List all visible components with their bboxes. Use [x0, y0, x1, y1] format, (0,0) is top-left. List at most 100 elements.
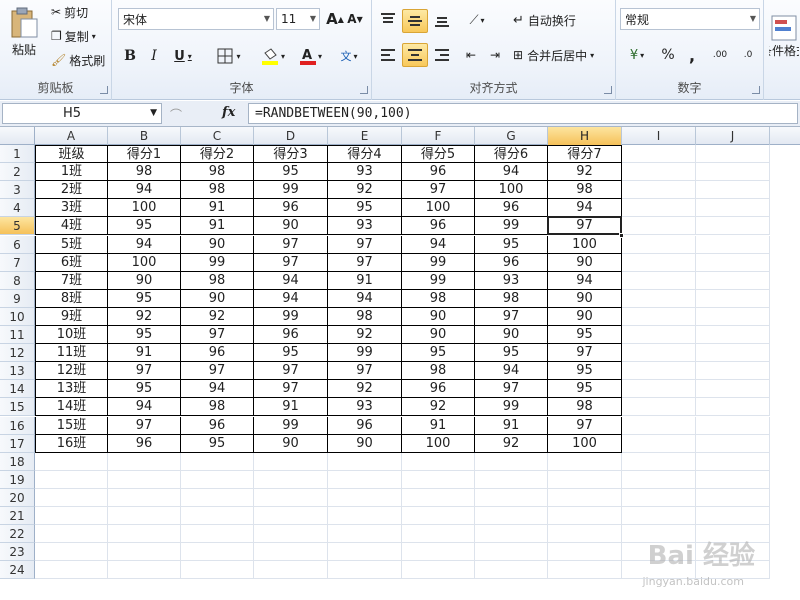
- paste-button[interactable]: 粘贴: [4, 4, 44, 60]
- cell-b23[interactable]: [108, 543, 181, 562]
- cell-c15[interactable]: 98: [181, 398, 254, 417]
- cell-a20[interactable]: [35, 488, 108, 507]
- orientation-button[interactable]: ⟋ ▾: [462, 9, 492, 31]
- column-header-d[interactable]: D: [254, 127, 328, 145]
- cell-d16[interactable]: 99: [254, 416, 328, 435]
- dialog-launcher-icon[interactable]: [360, 86, 368, 94]
- cell-g2[interactable]: 94: [475, 163, 548, 182]
- cell-d17[interactable]: 90: [254, 434, 328, 453]
- cell-d24[interactable]: [254, 561, 328, 580]
- cell-d11[interactable]: 96: [254, 326, 328, 345]
- row-header-10[interactable]: 10: [0, 307, 35, 326]
- cell-d22[interactable]: [254, 525, 328, 544]
- copy-button[interactable]: ❐ 复制 ▾: [50, 27, 108, 45]
- cell-h5[interactable]: 97: [548, 217, 622, 236]
- cell-g7[interactable]: 96: [475, 253, 548, 272]
- cell-j19[interactable]: [696, 470, 770, 489]
- cell-a5[interactable]: 4班: [35, 217, 108, 236]
- borders-button[interactable]: ▾: [212, 45, 246, 67]
- cell-j5[interactable]: [696, 217, 770, 236]
- cell-d19[interactable]: [254, 470, 328, 489]
- cell-c9[interactable]: 90: [181, 289, 254, 308]
- cell-d14[interactable]: 97: [254, 380, 328, 399]
- cell-j20[interactable]: [696, 488, 770, 507]
- cell-f4[interactable]: 100: [402, 199, 475, 218]
- cell-e8[interactable]: 91: [328, 271, 402, 290]
- format-painter-button[interactable]: 🖌 格式刷: [50, 51, 110, 69]
- cell-f18[interactable]: [402, 452, 475, 471]
- row-header-15[interactable]: 15: [0, 398, 35, 417]
- align-center-button[interactable]: [402, 43, 428, 67]
- cell-a10[interactable]: 9班: [35, 307, 108, 326]
- select-all-button[interactable]: [0, 127, 35, 145]
- cell-c6[interactable]: 90: [181, 235, 254, 254]
- cell-h6[interactable]: 100: [548, 235, 622, 254]
- cell-c8[interactable]: 98: [181, 271, 254, 290]
- cell-g12[interactable]: 95: [475, 344, 548, 363]
- cell-d12[interactable]: 95: [254, 344, 328, 363]
- cell-c14[interactable]: 94: [181, 380, 254, 399]
- cell-d10[interactable]: 99: [254, 307, 328, 326]
- cell-h16[interactable]: 97: [548, 416, 622, 435]
- row-header-21[interactable]: 21: [0, 507, 35, 526]
- cell-b9[interactable]: 95: [108, 289, 181, 308]
- cell-a9[interactable]: 8班: [35, 289, 108, 308]
- cell-i7[interactable]: [622, 253, 696, 272]
- cell-e16[interactable]: 96: [328, 416, 402, 435]
- cell-c1[interactable]: 得分2: [181, 145, 254, 164]
- column-header-g[interactable]: G: [475, 127, 548, 145]
- cell-a22[interactable]: [35, 525, 108, 544]
- column-header-e[interactable]: E: [328, 127, 402, 145]
- cell-d1[interactable]: 得分3: [254, 145, 328, 164]
- cell-b21[interactable]: [108, 507, 181, 526]
- cell-b6[interactable]: 94: [108, 235, 181, 254]
- cell-e23[interactable]: [328, 543, 402, 562]
- cell-a19[interactable]: [35, 470, 108, 489]
- row-header-16[interactable]: 16: [0, 416, 35, 435]
- wrap-text-button[interactable]: ↵ 自动换行: [512, 9, 612, 31]
- cell-g16[interactable]: 91: [475, 416, 548, 435]
- cell-b10[interactable]: 92: [108, 307, 181, 326]
- number-format-select[interactable]: 常规 ▼: [620, 8, 760, 30]
- cell-i16[interactable]: [622, 416, 696, 435]
- cell-g19[interactable]: [475, 470, 548, 489]
- cell-g9[interactable]: 98: [475, 289, 548, 308]
- cell-e2[interactable]: 93: [328, 163, 402, 182]
- cell-d20[interactable]: [254, 488, 328, 507]
- cell-b1[interactable]: 得分1: [108, 145, 181, 164]
- cell-j10[interactable]: [696, 307, 770, 326]
- cell-i4[interactable]: [622, 199, 696, 218]
- cell-b3[interactable]: 94: [108, 181, 181, 200]
- cell-f12[interactable]: 95: [402, 344, 475, 363]
- cell-b11[interactable]: 95: [108, 326, 181, 345]
- cell-j9[interactable]: [696, 289, 770, 308]
- cell-c3[interactable]: 98: [181, 181, 254, 200]
- cell-a8[interactable]: 7班: [35, 271, 108, 290]
- cell-d21[interactable]: [254, 507, 328, 526]
- cell-f10[interactable]: 90: [402, 307, 475, 326]
- align-top-button[interactable]: [376, 9, 400, 31]
- cell-b4[interactable]: 100: [108, 199, 181, 218]
- cell-i19[interactable]: [622, 470, 696, 489]
- dialog-launcher-icon[interactable]: [752, 86, 760, 94]
- cell-f16[interactable]: 91: [402, 416, 475, 435]
- row-header-3[interactable]: 3: [0, 181, 35, 200]
- row-header-4[interactable]: 4: [0, 199, 35, 218]
- increase-indent-button[interactable]: ⇥: [484, 44, 506, 66]
- cell-f14[interactable]: 96: [402, 380, 475, 399]
- cell-d7[interactable]: 97: [254, 253, 328, 272]
- cell-h13[interactable]: 95: [548, 362, 622, 381]
- row-header-22[interactable]: 22: [0, 525, 35, 544]
- cell-h24[interactable]: [548, 561, 622, 580]
- cell-f22[interactable]: [402, 525, 475, 544]
- align-bottom-button[interactable]: [430, 9, 454, 31]
- cell-f21[interactable]: [402, 507, 475, 526]
- cell-e22[interactable]: [328, 525, 402, 544]
- phonetic-button[interactable]: 文 ▾: [334, 45, 364, 67]
- cell-g6[interactable]: 95: [475, 235, 548, 254]
- name-box[interactable]: H5 ▼: [2, 103, 162, 124]
- cell-b18[interactable]: [108, 452, 181, 471]
- cell-g3[interactable]: 100: [475, 181, 548, 200]
- cell-b15[interactable]: 94: [108, 398, 181, 417]
- cell-j13[interactable]: [696, 362, 770, 381]
